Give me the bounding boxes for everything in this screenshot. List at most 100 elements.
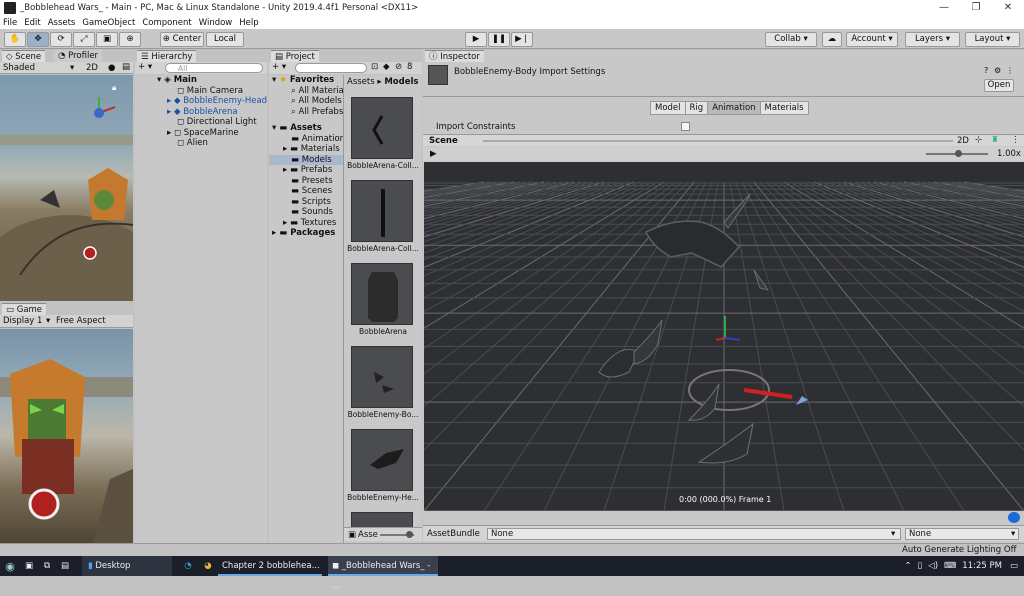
help-icon[interactable]: ? [984, 66, 988, 75]
start-icon[interactable]: ◉ [0, 560, 20, 573]
clock[interactable]: 11:25 PM [962, 561, 1002, 571]
unity-task[interactable]: ◼ _Bobblehead Wars_ - ... [328, 556, 438, 591]
asset-thumb-arena-collision-2[interactable] [351, 180, 413, 242]
display-dropdown[interactable]: Display 1 [3, 316, 42, 326]
audio-toggle-icon[interactable]: ▤ [122, 62, 130, 72]
tab-inspector[interactable]: ⓘ Inspector [425, 50, 484, 62]
favorite-all-materials[interactable]: ⌕ All Materia [269, 86, 344, 97]
menu-window[interactable]: Window [199, 18, 233, 28]
pause-button[interactable]: ❚❚ [488, 32, 510, 47]
collab-button[interactable]: Collab ▾ [765, 32, 817, 47]
play-button[interactable]: ▶ [465, 32, 487, 47]
folder-scripts[interactable]: ▬ Scripts [269, 197, 343, 208]
menu-component[interactable]: Component [142, 18, 191, 28]
maximize-button[interactable]: ❐ [960, 0, 992, 16]
assetbundle-variant-dropdown[interactable]: None [905, 528, 1019, 540]
import-constraints-checkbox[interactable] [681, 122, 690, 131]
open-button[interactable]: Open [984, 79, 1014, 92]
transform-tool-icon[interactable]: ⊕ [119, 32, 141, 47]
layout-dropdown[interactable]: Layout ▾ [965, 32, 1020, 47]
volume-icon[interactable]: ◁) [928, 561, 938, 571]
aspect-dropdown[interactable]: Free Aspect [56, 316, 106, 326]
lighting-toggle-icon[interactable]: ● [108, 63, 115, 73]
shading-mode-dropdown[interactable]: Shaded [3, 63, 35, 73]
preview-2d-toggle[interactable]: 2D [957, 136, 969, 146]
tab-game[interactable]: ▭ Game [2, 303, 47, 315]
display-dropdown-arrow-icon[interactable]: ▾ [46, 316, 50, 326]
favorite-all-prefabs[interactable]: ⌕ All Prefabs [269, 107, 343, 118]
space-local-button[interactable]: Local [206, 32, 244, 47]
speed-slider-handle[interactable] [955, 150, 962, 157]
chrome-icon[interactable]: ◕ [198, 561, 218, 571]
folder-animations[interactable]: ▬ Animations [269, 134, 350, 145]
notifications-icon[interactable]: ▭ [1010, 561, 1018, 571]
preview-splitter[interactable] [483, 140, 953, 142]
rect-tool-icon[interactable]: ▣ [96, 32, 118, 47]
folder-scenes[interactable]: ▬ Scenes [269, 186, 343, 197]
layers-dropdown[interactable]: Layers ▾ [905, 32, 960, 47]
menu-file[interactable]: File [3, 18, 17, 28]
cloud-icon[interactable]: ☁ [822, 32, 842, 47]
preset-icon[interactable]: ⚙ [994, 66, 1001, 75]
gizmo-lock-icon[interactable]: 🔒︎ [112, 83, 116, 93]
tab-project[interactable]: ▤ Project [271, 50, 319, 62]
hierarchy-item-main-camera[interactable]: ◻ Main Camera [135, 86, 267, 97]
edge-icon[interactable]: ◔ [178, 561, 198, 571]
filter-type-icon[interactable]: ⊡ [371, 62, 378, 72]
preview-info-icon[interactable] [1008, 512, 1020, 523]
eye-icon[interactable]: ⊘ [395, 62, 402, 72]
project-create-button[interactable]: + ▾ [272, 62, 286, 72]
game-viewport[interactable] [0, 329, 133, 543]
menu-edit[interactable]: Edit [24, 18, 40, 28]
filter-label-icon[interactable]: ◆ [383, 62, 390, 72]
hierarchy-item-alien[interactable]: ◻ Alien [135, 138, 267, 149]
file-explorer-icon[interactable]: ▣ [20, 561, 38, 571]
account-dropdown[interactable]: Account ▾ [846, 32, 898, 47]
pivot-toggle-icon[interactable]: ⊹ [975, 135, 982, 145]
folder-prefabs[interactable]: ▸ ▬ Prefabs [269, 165, 343, 176]
assets-root-row[interactable]: ▾ ▬ Assets [269, 123, 343, 134]
tab-animation[interactable]: Animation [708, 101, 761, 115]
task-view-icon[interactable]: ⧉ [38, 561, 56, 571]
tray-overflow-icon[interactable]: ⌃ [904, 561, 911, 571]
pivot-center-button[interactable]: ⊕ Center [160, 32, 204, 47]
desktop-task[interactable]: ▮ Desktop [82, 556, 172, 576]
folder-models[interactable]: ▬ Models [269, 154, 343, 165]
packages-row[interactable]: ▸ ▬ Packages [269, 228, 343, 239]
hierarchy-item-spacemarine[interactable]: ▸ ◻ SpaceMarine [135, 128, 267, 139]
rotate-tool-icon[interactable]: ⟳ [50, 32, 72, 47]
tab-rig[interactable]: Rig [685, 101, 709, 115]
assetbundle-dropdown[interactable]: None [487, 528, 901, 540]
create-add-button[interactable]: + ▾ [138, 62, 152, 72]
more-options-icon[interactable]: ⋮ [1006, 66, 1014, 75]
hierarchy-search-input[interactable]: All [165, 63, 263, 73]
2d-toggle[interactable]: 2D [86, 63, 98, 73]
favorite-all-models[interactable]: ⌕ All Models [269, 96, 343, 107]
thumbnail-size-slider-handle[interactable] [406, 531, 413, 538]
folder-presets[interactable]: ▬ Presets [269, 176, 343, 187]
hierarchy-item-bobblearena[interactable]: ▸ ◆ BobbleArena [135, 107, 267, 118]
favorites-row[interactable]: ▾ ★ Favorites [269, 75, 343, 86]
folder-sounds[interactable]: ▬ Sounds [269, 207, 343, 218]
tab-hierarchy[interactable]: ☰ Hierarchy [137, 50, 197, 62]
tab-scene[interactable]: ◇ Scene [2, 50, 46, 62]
asset-thumb-enemy-head[interactable] [351, 429, 413, 491]
asset-thumb-enemy-body[interactable] [351, 346, 413, 408]
assetbundle-dropdown-arrow-icon[interactable]: ▾ [891, 529, 895, 539]
hand-tool-icon[interactable]: ✋ [4, 32, 26, 47]
animation-preview-viewport[interactable]: 0:00 (000.0%) Frame 1 [424, 162, 1024, 511]
asset-thumb-arena-collision-1[interactable] [351, 97, 413, 159]
minimize-button[interactable]: — [928, 0, 960, 16]
menu-assets[interactable]: Assets [48, 18, 76, 28]
hierarchy-item-directional-light[interactable]: ◻ Directional Light [135, 117, 267, 128]
breadcrumb-current[interactable]: Models [384, 77, 418, 87]
menu-help[interactable]: Help [239, 18, 258, 28]
tab-materials[interactable]: Materials [760, 101, 809, 115]
folder-materials[interactable]: ▸ ▬ Materials [269, 144, 343, 155]
files-icon[interactable]: ▤ [56, 561, 74, 571]
step-button[interactable]: ▶❘ [511, 32, 533, 47]
project-search-input[interactable] [295, 63, 367, 73]
hierarchy-root-row[interactable]: ▾ ◈ Main [135, 75, 267, 86]
shading-dropdown-arrow-icon[interactable]: ▾ [70, 63, 74, 73]
menu-gameobject[interactable]: GameObject [82, 18, 135, 28]
